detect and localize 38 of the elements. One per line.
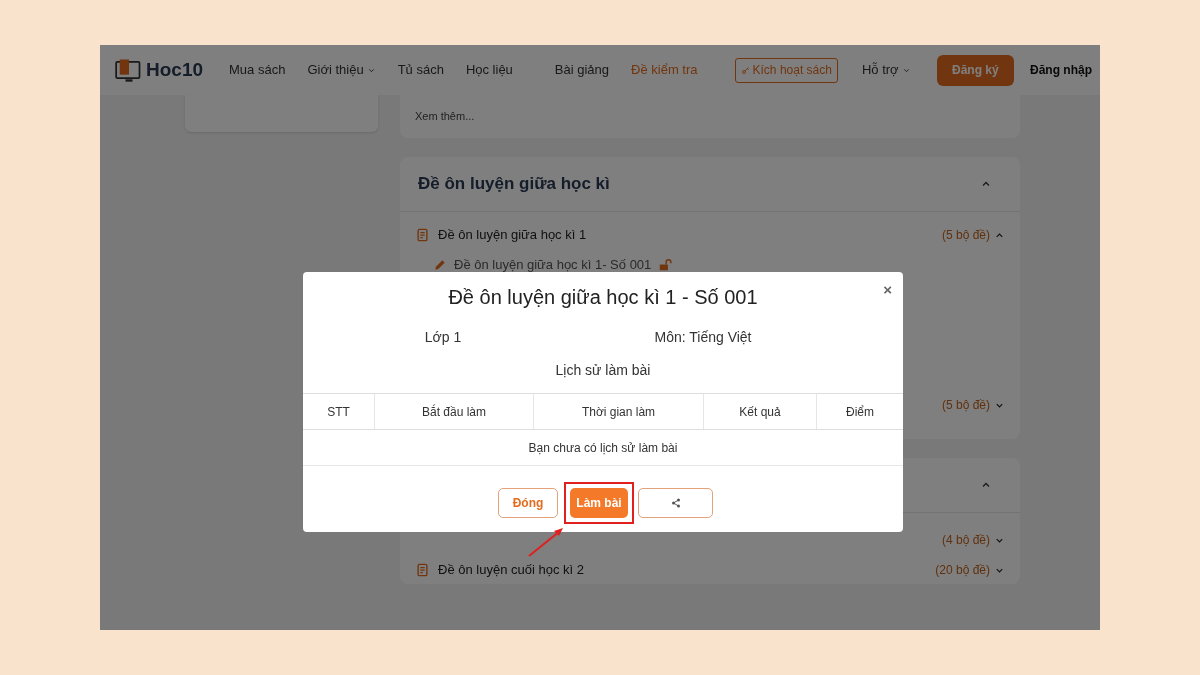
section-title: Đề ôn luyện giữa học kì xyxy=(418,173,610,196)
exam-link[interactable]: Đề ôn luyện giữa học kì 1- Số 001 xyxy=(454,255,652,275)
logo[interactable]: Hoc10 xyxy=(115,55,204,85)
share-icon xyxy=(669,497,682,509)
subject-label: Môn: Tiếng Việt xyxy=(653,327,753,347)
grade-label: Lớp 1 xyxy=(423,327,463,347)
nav-link[interactable]: Giới thiệu xyxy=(307,60,376,80)
activate-button[interactable]: Kích hoạt sách xyxy=(734,57,838,83)
key-icon xyxy=(740,65,750,75)
nav-link[interactable]: Bài giảng xyxy=(554,60,610,80)
close-button[interactable]: Đóng xyxy=(498,488,558,518)
exam-group-label[interactable]: Đề ôn luyện cuối học kì 2 xyxy=(438,560,584,580)
column-header: Thời gian làm xyxy=(533,394,703,429)
pointer-arrow xyxy=(528,528,563,557)
count-label: (5 bộ đề) xyxy=(941,397,990,414)
nav-link[interactable]: Mua sách xyxy=(229,60,286,80)
column-header: Điểm xyxy=(816,394,903,429)
column-header: STT xyxy=(326,403,351,421)
start-button[interactable]: Làm bài xyxy=(570,488,628,518)
nav-link[interactable]: Đề kiểm tra xyxy=(631,60,698,80)
dialog-title: Đề ôn luyện giữa học kì 1 - Số 001 xyxy=(448,285,758,310)
register-button[interactable]: Đăng ký xyxy=(936,54,1014,86)
count-label: (4 bộ đề) xyxy=(941,532,990,549)
column-header: Kết quả xyxy=(703,394,816,429)
empty-message: Bạn chưa có lịch sử làm bài xyxy=(528,439,678,457)
nav-link[interactable]: Hỗ trợ xyxy=(861,60,911,80)
more-link[interactable]: Xem thêm... xyxy=(415,108,475,125)
count-label: (5 bộ đề) xyxy=(941,227,990,244)
nav-link[interactable]: Học liệu xyxy=(465,60,513,80)
count-label: (20 bộ đề) xyxy=(935,562,990,579)
exam-group-label[interactable]: Đề ôn luyện giữa học kì 1 xyxy=(438,225,587,245)
document-icon xyxy=(415,227,430,243)
share-button[interactable] xyxy=(638,488,713,518)
document-icon xyxy=(415,562,430,578)
history-title: Lịch sử làm bài xyxy=(555,361,651,380)
column-header: Bắt đầu làm xyxy=(374,394,533,429)
login-link[interactable]: Đăng nhập xyxy=(1030,61,1092,79)
nav-link[interactable]: Tủ sách xyxy=(397,60,444,80)
